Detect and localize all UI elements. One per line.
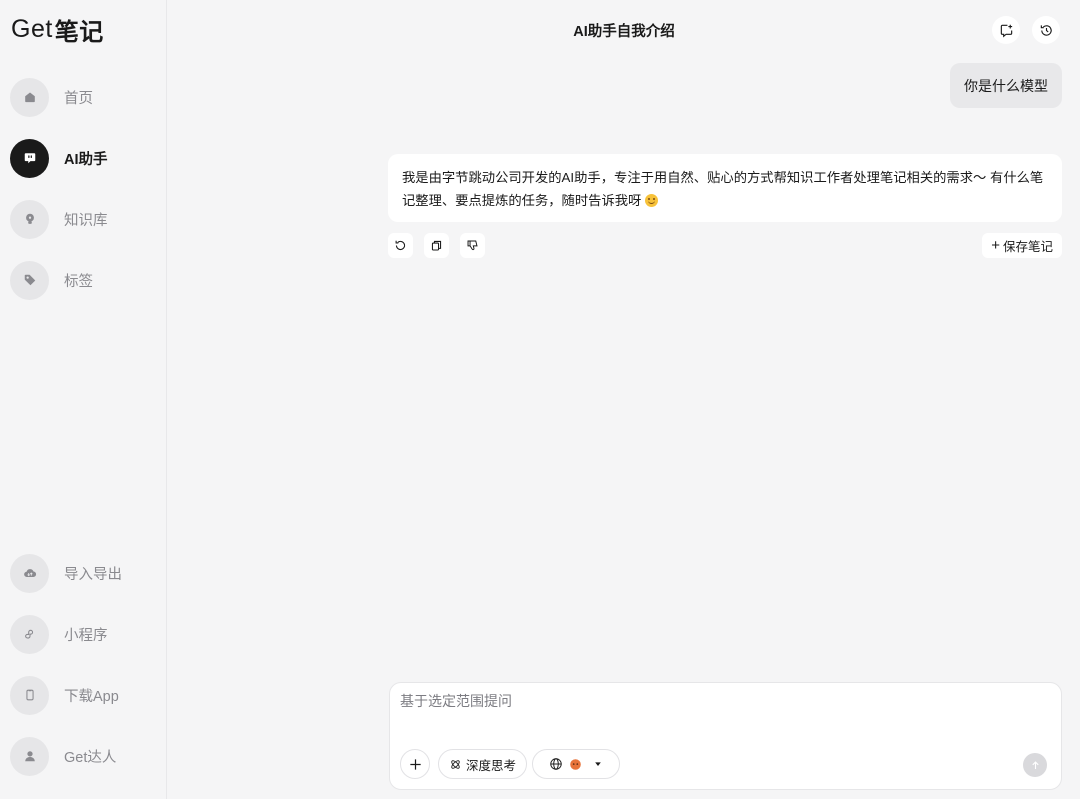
sidebar-item-mini-program[interactable]: 小程序 [10, 614, 160, 654]
sidebar-item-label: 下载App [64, 688, 119, 705]
save-note-button[interactable]: + 保存笔记 [982, 233, 1062, 258]
thumbs-down-icon [467, 240, 478, 251]
question-input[interactable] [400, 693, 1040, 709]
deep-think-label: 深度思考 [466, 758, 517, 773]
new-chat-icon [1000, 24, 1012, 38]
mini-program-icon [10, 614, 49, 654]
smile-emoji-icon [645, 194, 659, 207]
ai-message-bubble: 我是由字节跳动公司开发的AI助手，专注于用自然、贴心的方式帮知识工作者处理笔记相… [388, 154, 1062, 222]
sidebar-item-tags[interactable]: 标签 [10, 260, 160, 300]
sidebar-item-knowledge-base[interactable]: 知识库 [10, 199, 160, 239]
sidebar-item-label: 首页 [64, 90, 93, 107]
sidebar-item-get-expert[interactable]: Get达人 [10, 736, 160, 776]
deep-think-toggle[interactable]: 深度思考 [438, 749, 528, 779]
sidebar-item-label: 导入导出 [64, 566, 122, 583]
page-title: AI助手自我介绍 [573, 24, 675, 40]
sidebar-item-label: Get达人 [64, 749, 117, 766]
copy-icon [431, 240, 442, 251]
sidebar-item-home[interactable]: 首页 [10, 77, 160, 117]
scope-selector[interactable] [532, 749, 620, 779]
plus-icon [409, 758, 421, 770]
sidebar-item-label: 小程序 [64, 627, 108, 644]
history-icon [1040, 24, 1052, 36]
sidebar-item-ai-assistant[interactable]: AI助手 [10, 138, 160, 178]
ai-chat-icon [10, 138, 49, 178]
send-button[interactable] [1023, 753, 1047, 777]
app-logo[interactable]: Get 笔记 [11, 14, 104, 46]
logo-latin: Get [11, 14, 53, 43]
ai-message-text: 我是由字节跳动公司开发的AI助手，专注于用自然、贴心的方式帮知识工作者处理笔记相… [402, 170, 1044, 208]
arrow-up-icon [1031, 760, 1039, 769]
copy-button[interactable] [424, 233, 449, 258]
regenerate-button[interactable] [388, 233, 413, 258]
user-icon [10, 736, 49, 776]
sidebar-item-label: 知识库 [64, 212, 108, 229]
cloud-transfer-icon [10, 553, 49, 593]
sidebar-item-import-export[interactable]: 导入导出 [10, 553, 160, 593]
composer: 深度思考 [389, 682, 1062, 790]
sidebar-item-label: 标签 [64, 273, 93, 290]
caret-down-icon [595, 762, 601, 766]
refresh-icon [395, 240, 406, 251]
logo-cn: 笔记 [54, 18, 104, 46]
save-note-label: 保存笔记 [1002, 240, 1053, 254]
sidebar-item-label: AI助手 [64, 151, 108, 168]
globe-icon [550, 758, 562, 770]
lightbulb-icon [10, 199, 49, 239]
user-message-bubble: 你是什么模型 [950, 63, 1062, 108]
sidebar-item-download-app[interactable]: 下载App [10, 675, 160, 715]
history-button[interactable] [1032, 16, 1060, 44]
chat-main: AI助手自我介绍 你是什么模型 我是由字节跳动公司开发的AI助手，专注于用自然、… [168, 0, 1080, 799]
user-message-text: 你是什么模型 [964, 77, 1048, 94]
plus-icon: + [991, 237, 1000, 254]
attach-button[interactable] [400, 749, 430, 779]
dislike-button[interactable] [460, 233, 485, 258]
home-icon [10, 77, 49, 117]
new-chat-button[interactable] [992, 16, 1020, 44]
sidebar: Get 笔记 首页 AI助手 知识库 标签 导入导出 小程序 下载App Get… [0, 0, 167, 799]
knowledge-avatar-icon [570, 758, 581, 770]
tag-icon [10, 260, 49, 300]
atom-icon [451, 759, 460, 769]
phone-icon [10, 675, 49, 715]
